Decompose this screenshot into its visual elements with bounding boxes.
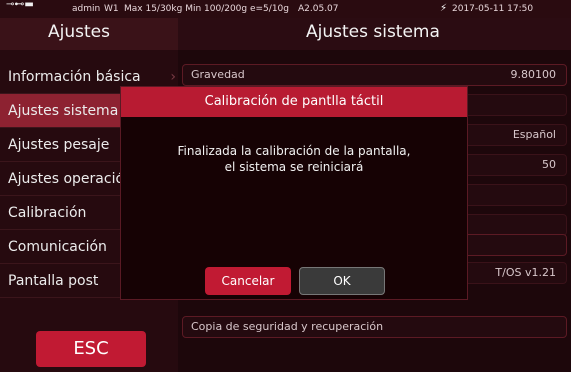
status-version: A2.05.07: [298, 4, 339, 14]
sidebar-item-label: Ajustes operación: [8, 171, 133, 187]
backup-label: Copia de seguridad y recuperación: [191, 320, 384, 333]
status-datetime: 2017-05-11 17:50: [452, 4, 534, 14]
scale-logo-icon: ⊸⊷▬: [6, 0, 34, 10]
left-header: Ajustes: [0, 18, 178, 50]
calibration-dialog: Calibración de pantlla táctil Finalizada…: [120, 86, 468, 300]
dialog-message-line1: Finalizada la calibración de la pantalla…: [177, 144, 411, 158]
brightness-value: 50: [542, 158, 556, 171]
page-title: Ajustes sistema: [306, 22, 440, 42]
ok-button[interactable]: OK: [299, 267, 385, 295]
status-bar: ⊸⊷▬ admin W1 Max 15/30kg Min 100/200g e=…: [0, 0, 571, 18]
backup-setting[interactable]: Copia de seguridad y recuperación: [182, 316, 567, 338]
version-value: T/OS v1.21: [495, 266, 556, 279]
sidebar-item-label: Comunicación: [8, 239, 107, 255]
gravity-value: 9.80100: [510, 68, 557, 81]
sidebar-item-label: Calibración: [8, 205, 87, 221]
status-capacity: Max 15/30kg Min 100/200g e=5/10g: [124, 4, 289, 14]
left-header-title: Ajustes: [48, 22, 110, 42]
sidebar-item-label: Ajustes pesaje: [8, 137, 110, 153]
status-scale-id: W1: [104, 4, 119, 14]
gravity-setting[interactable]: Gravedad 9.80100: [182, 64, 567, 86]
esc-button[interactable]: ESC: [36, 331, 146, 367]
dialog-message: Finalizada la calibración de la pantalla…: [131, 143, 457, 175]
right-header: Ajustes sistema: [178, 18, 571, 50]
status-user: admin: [72, 4, 101, 14]
cancel-button[interactable]: Cancelar: [205, 267, 291, 295]
gravity-label: Gravedad: [191, 68, 245, 81]
language-value: Español: [512, 128, 556, 141]
sidebar-item-label: Ajustes sistema: [8, 103, 119, 119]
dialog-title: Calibración de pantlla táctil: [121, 87, 467, 117]
sidebar-item-label: Información básica: [8, 69, 141, 85]
sidebar-item-label: Pantalla post: [8, 273, 99, 289]
power-icon: ⚡: [440, 3, 448, 14]
dialog-message-line2: el sistema se reiniciará: [224, 160, 364, 174]
